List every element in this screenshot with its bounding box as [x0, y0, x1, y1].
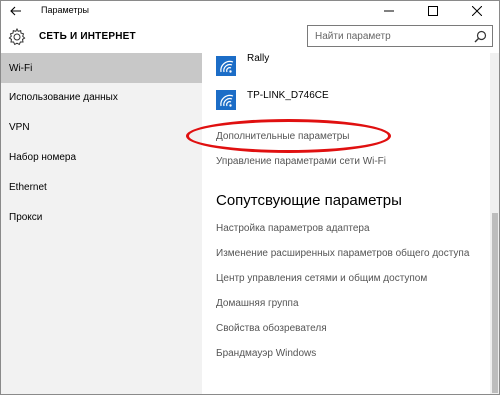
sidebar-item-wifi[interactable]: Wi-Fi — [1, 53, 202, 83]
minimize-button[interactable] — [367, 1, 411, 21]
search-icon[interactable] — [474, 30, 487, 43]
title-bar: Параметры — [1, 1, 499, 21]
related-link-homegroup[interactable]: Домашняя группа — [216, 298, 299, 309]
related-link-adapter[interactable]: Настройка параметров адаптера — [216, 223, 370, 234]
related-link-firewall[interactable]: Брандмауэр Windows — [216, 348, 316, 359]
sidebar-item-vpn[interactable]: VPN — [1, 112, 202, 142]
related-settings-heading: Сопутсвующие параметры — [216, 192, 402, 209]
settings-header: СЕТЬ И ИНТЕРНЕТ Найти параметр — [1, 21, 499, 53]
close-icon — [472, 6, 482, 16]
minimize-icon — [384, 10, 394, 12]
main-content: Rally TP-LINK_D746CE Дополнительные пара… — [202, 53, 499, 394]
maximize-icon — [428, 6, 438, 16]
sidebar-item-label: Прокси — [9, 211, 43, 223]
search-placeholder: Найти параметр — [315, 31, 391, 42]
network-name: Rally — [247, 53, 270, 64]
manage-wifi-settings-link[interactable]: Управление параметрами сети Wi-Fi — [216, 156, 386, 167]
wifi-signal-icon — [216, 90, 236, 110]
sidebar-item-label: Использование данных — [9, 91, 118, 103]
sidebar-item-label: Ethernet — [9, 181, 47, 193]
sidebar-item-label: Набор номера — [9, 151, 77, 163]
vertical-scrollbar[interactable] — [490, 53, 499, 394]
related-link-sharing[interactable]: Изменение расширенных параметров общего … — [216, 248, 469, 259]
section-title: СЕТЬ И ИНТЕРНЕТ — [39, 31, 136, 42]
search-input[interactable]: Найти параметр — [307, 25, 493, 47]
sidebar-item-label: VPN — [9, 121, 30, 133]
advanced-settings-link[interactable]: Дополнительные параметры — [216, 131, 349, 142]
sidebar-item-label: Wi-Fi — [9, 62, 33, 74]
sidebar-item-proxy[interactable]: Прокси — [1, 202, 202, 232]
maximize-button[interactable] — [411, 1, 455, 21]
scrollbar-thumb[interactable] — [492, 213, 498, 393]
close-button[interactable] — [455, 1, 499, 21]
sidebar-item-dialup[interactable]: Набор номера — [1, 142, 202, 172]
settings-window: Параметры СЕТЬ И ИНТЕРНЕТ Найти параметр — [0, 0, 500, 395]
wifi-signal-icon — [216, 56, 236, 76]
related-link-internet-options[interactable]: Свойства обозревателя — [216, 323, 327, 334]
related-link-network-center[interactable]: Центр управления сетями и общим доступом — [216, 273, 427, 284]
network-name: TP-LINK_D746CE — [247, 90, 329, 101]
gear-icon — [8, 27, 26, 46]
sidebar-item-ethernet[interactable]: Ethernet — [1, 172, 202, 202]
sidebar-item-data-usage[interactable]: Использование данных — [1, 82, 202, 112]
back-button[interactable] — [1, 1, 31, 21]
back-arrow-icon — [10, 6, 21, 16]
sidebar: Wi-Fi Использование данных VPN Набор ном… — [1, 53, 202, 394]
window-title: Параметры — [41, 5, 89, 15]
